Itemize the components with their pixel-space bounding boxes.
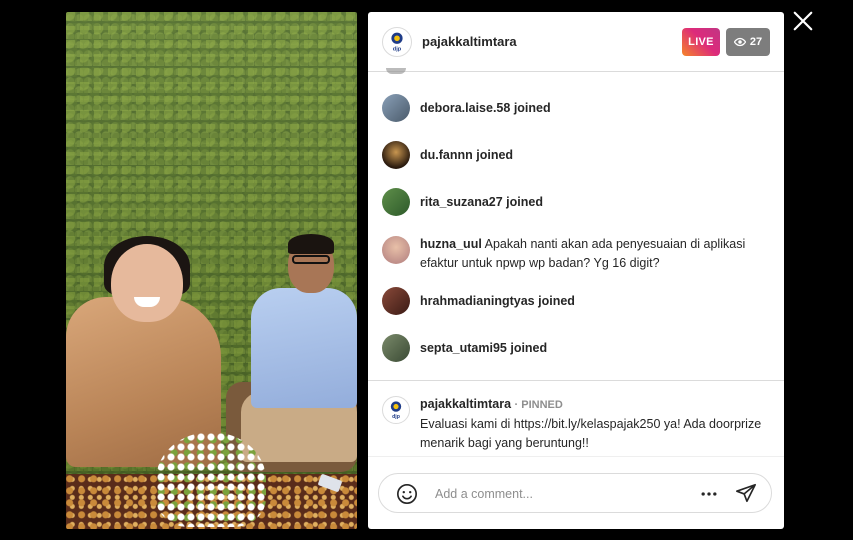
divider <box>368 380 784 381</box>
avatar[interactable] <box>382 236 410 264</box>
djp-logo-icon: djp <box>390 401 402 420</box>
comment-username[interactable]: rita_suzana27 <box>420 195 503 209</box>
avatar[interactable] <box>382 94 410 122</box>
flower-arrangement <box>156 432 266 527</box>
host-man-glasses <box>292 255 330 264</box>
emoji-icon[interactable] <box>396 483 418 505</box>
previous-comment-avatar-edge <box>386 68 406 74</box>
send-icon[interactable] <box>735 482 757 504</box>
comment-action: joined <box>506 195 543 209</box>
host-woman-head <box>111 244 183 322</box>
comment-action: joined <box>476 148 514 162</box>
avatar[interactable] <box>382 334 410 362</box>
divider <box>368 456 784 457</box>
comment-action: joined <box>510 341 548 355</box>
avatar[interactable] <box>382 188 410 216</box>
comment-username[interactable]: debora.laise.58 <box>420 101 510 115</box>
svg-text:djp: djp <box>393 46 402 52</box>
comment-username[interactable]: huzna_uul <box>420 237 482 251</box>
avatar[interactable] <box>382 141 410 169</box>
host-man-body <box>251 288 357 408</box>
viewer-count-badge[interactable]: 27 <box>726 28 770 56</box>
live-chat-panel: djp pajakkaltimtara LIVE 27 debora.laise… <box>368 12 784 529</box>
avatar[interactable]: djp <box>382 396 410 424</box>
svg-text:djp: djp <box>392 414 400 420</box>
live-header: djp pajakkaltimtara LIVE 27 <box>368 12 784 72</box>
pinned-tag: · PINNED <box>514 399 563 411</box>
live-video[interactable] <box>66 12 357 529</box>
close-icon[interactable] <box>792 10 814 32</box>
eye-icon <box>733 37 746 47</box>
live-badge: LIVE <box>682 28 720 56</box>
comment-username[interactable]: septa_utami95 <box>420 341 507 355</box>
avatar[interactable] <box>382 287 410 315</box>
comment-input[interactable] <box>435 485 685 503</box>
pinned-username[interactable]: pajakkaltimtara <box>420 397 511 411</box>
comment-username[interactable]: hrahmadianingtyas <box>420 294 535 308</box>
comment-action: joined <box>513 101 551 115</box>
viewer-count: 27 <box>749 36 763 48</box>
host-avatar[interactable]: djp <box>382 27 412 57</box>
pinned-message: Evaluasi kami di https://bit.ly/kelaspaj… <box>420 417 762 450</box>
more-icon[interactable] <box>699 484 719 504</box>
comment-username[interactable]: du.fannn <box>420 148 473 162</box>
host-username[interactable]: pajakkaltimtara <box>422 34 517 49</box>
comment-action: joined <box>538 294 575 308</box>
comment-composer <box>378 473 772 513</box>
djp-logo-icon: djp <box>391 32 403 52</box>
host-man-hair <box>288 234 334 254</box>
